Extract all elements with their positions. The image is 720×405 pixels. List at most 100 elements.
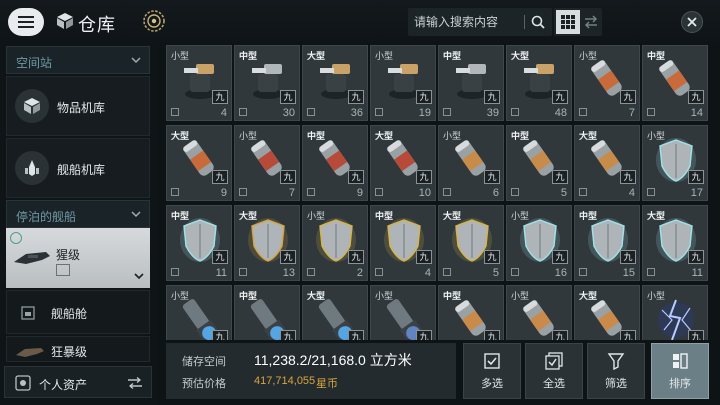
bind-status-icon: [579, 268, 587, 276]
item-slot[interactable]: 小型 九 7: [234, 125, 300, 201]
item-slot[interactable]: 大型 九 4: [574, 125, 640, 201]
item-slot[interactable]: 中型 九 11: [166, 205, 232, 281]
item-slot[interactable]: 小型 九 2: [302, 205, 368, 281]
personal-assets-button[interactable]: 个人资产: [4, 366, 152, 398]
item-count: 5: [560, 187, 567, 199]
section-station-header[interactable]: 空间站: [6, 46, 150, 74]
item-rank-badge: 九: [552, 330, 568, 340]
item-slot[interactable]: 大型 九 36: [302, 45, 368, 121]
item-count: 6: [492, 187, 499, 199]
item-slot[interactable]: 小型 九: [166, 285, 232, 340]
item-slot[interactable]: 中型 九 30: [234, 45, 300, 121]
bind-status-icon: [307, 188, 315, 196]
search-icon[interactable]: [530, 14, 546, 30]
item-rank-badge: 九: [416, 90, 432, 104]
item-slot[interactable]: 小型 九 4: [166, 45, 232, 121]
item-count: 48: [554, 107, 567, 119]
personal-assets-label: 个人资产: [39, 378, 88, 392]
ship-thumbnail-icon: [14, 252, 50, 264]
bind-status-icon: [239, 268, 247, 276]
item-slot[interactable]: 大型 九 13: [234, 205, 300, 281]
filter-icon: [607, 352, 625, 370]
item-count: 15: [622, 267, 635, 279]
item-rank-badge: 九: [348, 90, 364, 104]
item-slot[interactable]: 中型 九 9: [302, 125, 368, 201]
bind-status-icon: [443, 268, 451, 276]
item-slot[interactable]: 中型 九 15: [574, 205, 640, 281]
cargo-icon: [21, 306, 35, 320]
ship-name: 猩级: [56, 248, 81, 262]
close-button[interactable]: [681, 11, 703, 33]
ship-icon: [15, 151, 49, 185]
bind-status-icon: [511, 188, 519, 196]
chevron-down-icon[interactable]: [134, 272, 144, 280]
bind-status-icon: [375, 188, 383, 196]
ship-thumbnail-icon: [16, 348, 44, 357]
sidebar-item-ship-hangar[interactable]: 舰船机库: [6, 138, 150, 198]
bind-status-icon: [239, 108, 247, 116]
grid-view-icon[interactable]: [556, 10, 580, 34]
ship-class-icon: [56, 264, 70, 276]
item-rank-badge: 九: [620, 250, 636, 264]
estimated-price-unit: 星币: [316, 378, 338, 390]
item-rank-badge: 九: [552, 170, 568, 184]
item-slot[interactable]: 中型 九 4: [370, 205, 436, 281]
item-rank-badge: 九: [484, 90, 500, 104]
item-slot[interactable]: 小型 九 19: [370, 45, 436, 121]
item-slot[interactable]: 小型 九: [642, 285, 708, 340]
item-slot[interactable]: 小型 九 7: [574, 45, 640, 121]
item-rank-badge: 九: [688, 90, 704, 104]
filter-button[interactable]: 筛选: [587, 343, 645, 399]
settings-gear-icon[interactable]: [142, 9, 166, 33]
item-slot[interactable]: 大型 九: [302, 285, 368, 340]
item-rank-badge: 九: [416, 250, 432, 264]
item-rank-badge: 九: [212, 330, 228, 340]
swap-icon[interactable]: [583, 14, 599, 30]
sidebar-item-item-hangar[interactable]: 物品机库: [6, 76, 150, 136]
item-rank-badge: 九: [212, 170, 228, 184]
item-rank-badge: 九: [280, 90, 296, 104]
item-count: 2: [356, 267, 363, 279]
item-rank-badge: 九: [416, 170, 432, 184]
section-docked-ships-header[interactable]: 停泊的舰船: [6, 200, 150, 228]
item-slot[interactable]: 小型 九: [506, 285, 572, 340]
item-slot[interactable]: 小型 九 17: [642, 125, 708, 201]
item-rank-badge: 九: [280, 250, 296, 264]
item-rank-badge: 九: [484, 170, 500, 184]
search-input[interactable]: [414, 12, 518, 32]
item-slot[interactable]: 大型 九: [574, 285, 640, 340]
sort-button[interactable]: 排序: [651, 343, 709, 399]
item-rank-badge: 九: [416, 330, 432, 340]
item-slot[interactable]: 大型 九 48: [506, 45, 572, 121]
sidebar-item-berserker-ship[interactable]: 狂暴级: [6, 336, 150, 362]
item-rank-badge: 九: [552, 250, 568, 264]
item-slot[interactable]: 中型 九: [234, 285, 300, 340]
section-docked-ships-label: 停泊的舰船: [16, 210, 77, 224]
item-rank-badge: 九: [688, 250, 704, 264]
item-slot[interactable]: 小型 九 6: [438, 125, 504, 201]
item-rank-badge: 九: [484, 250, 500, 264]
menu-icon: [18, 16, 34, 28]
sidebar-item-docked-ship[interactable]: 猩级: [6, 228, 150, 288]
item-slot[interactable]: 大型 九 11: [642, 205, 708, 281]
item-slot[interactable]: 中型 九 14: [642, 45, 708, 121]
item-slot[interactable]: 中型 九 39: [438, 45, 504, 121]
item-count: 39: [486, 107, 499, 119]
multi-select-button[interactable]: 多选: [463, 343, 521, 399]
item-slot[interactable]: 中型 九: [438, 285, 504, 340]
item-count: 5: [492, 267, 499, 279]
item-count: 36: [350, 107, 363, 119]
bind-status-icon: [443, 108, 451, 116]
menu-button[interactable]: [8, 8, 44, 36]
select-all-button[interactable]: 全选: [525, 343, 583, 399]
sidebar-item-ship-cargo[interactable]: 舰船舱: [6, 290, 150, 334]
item-slot[interactable]: 中型 九 5: [506, 125, 572, 201]
close-icon: [687, 17, 697, 27]
select-all-icon: [545, 351, 563, 370]
item-count: 9: [356, 187, 363, 199]
item-slot[interactable]: 小型 九: [370, 285, 436, 340]
item-slot[interactable]: 大型 九 9: [166, 125, 232, 201]
item-slot[interactable]: 大型 九 5: [438, 205, 504, 281]
item-slot[interactable]: 大型 九 10: [370, 125, 436, 201]
item-slot[interactable]: 小型 九 16: [506, 205, 572, 281]
